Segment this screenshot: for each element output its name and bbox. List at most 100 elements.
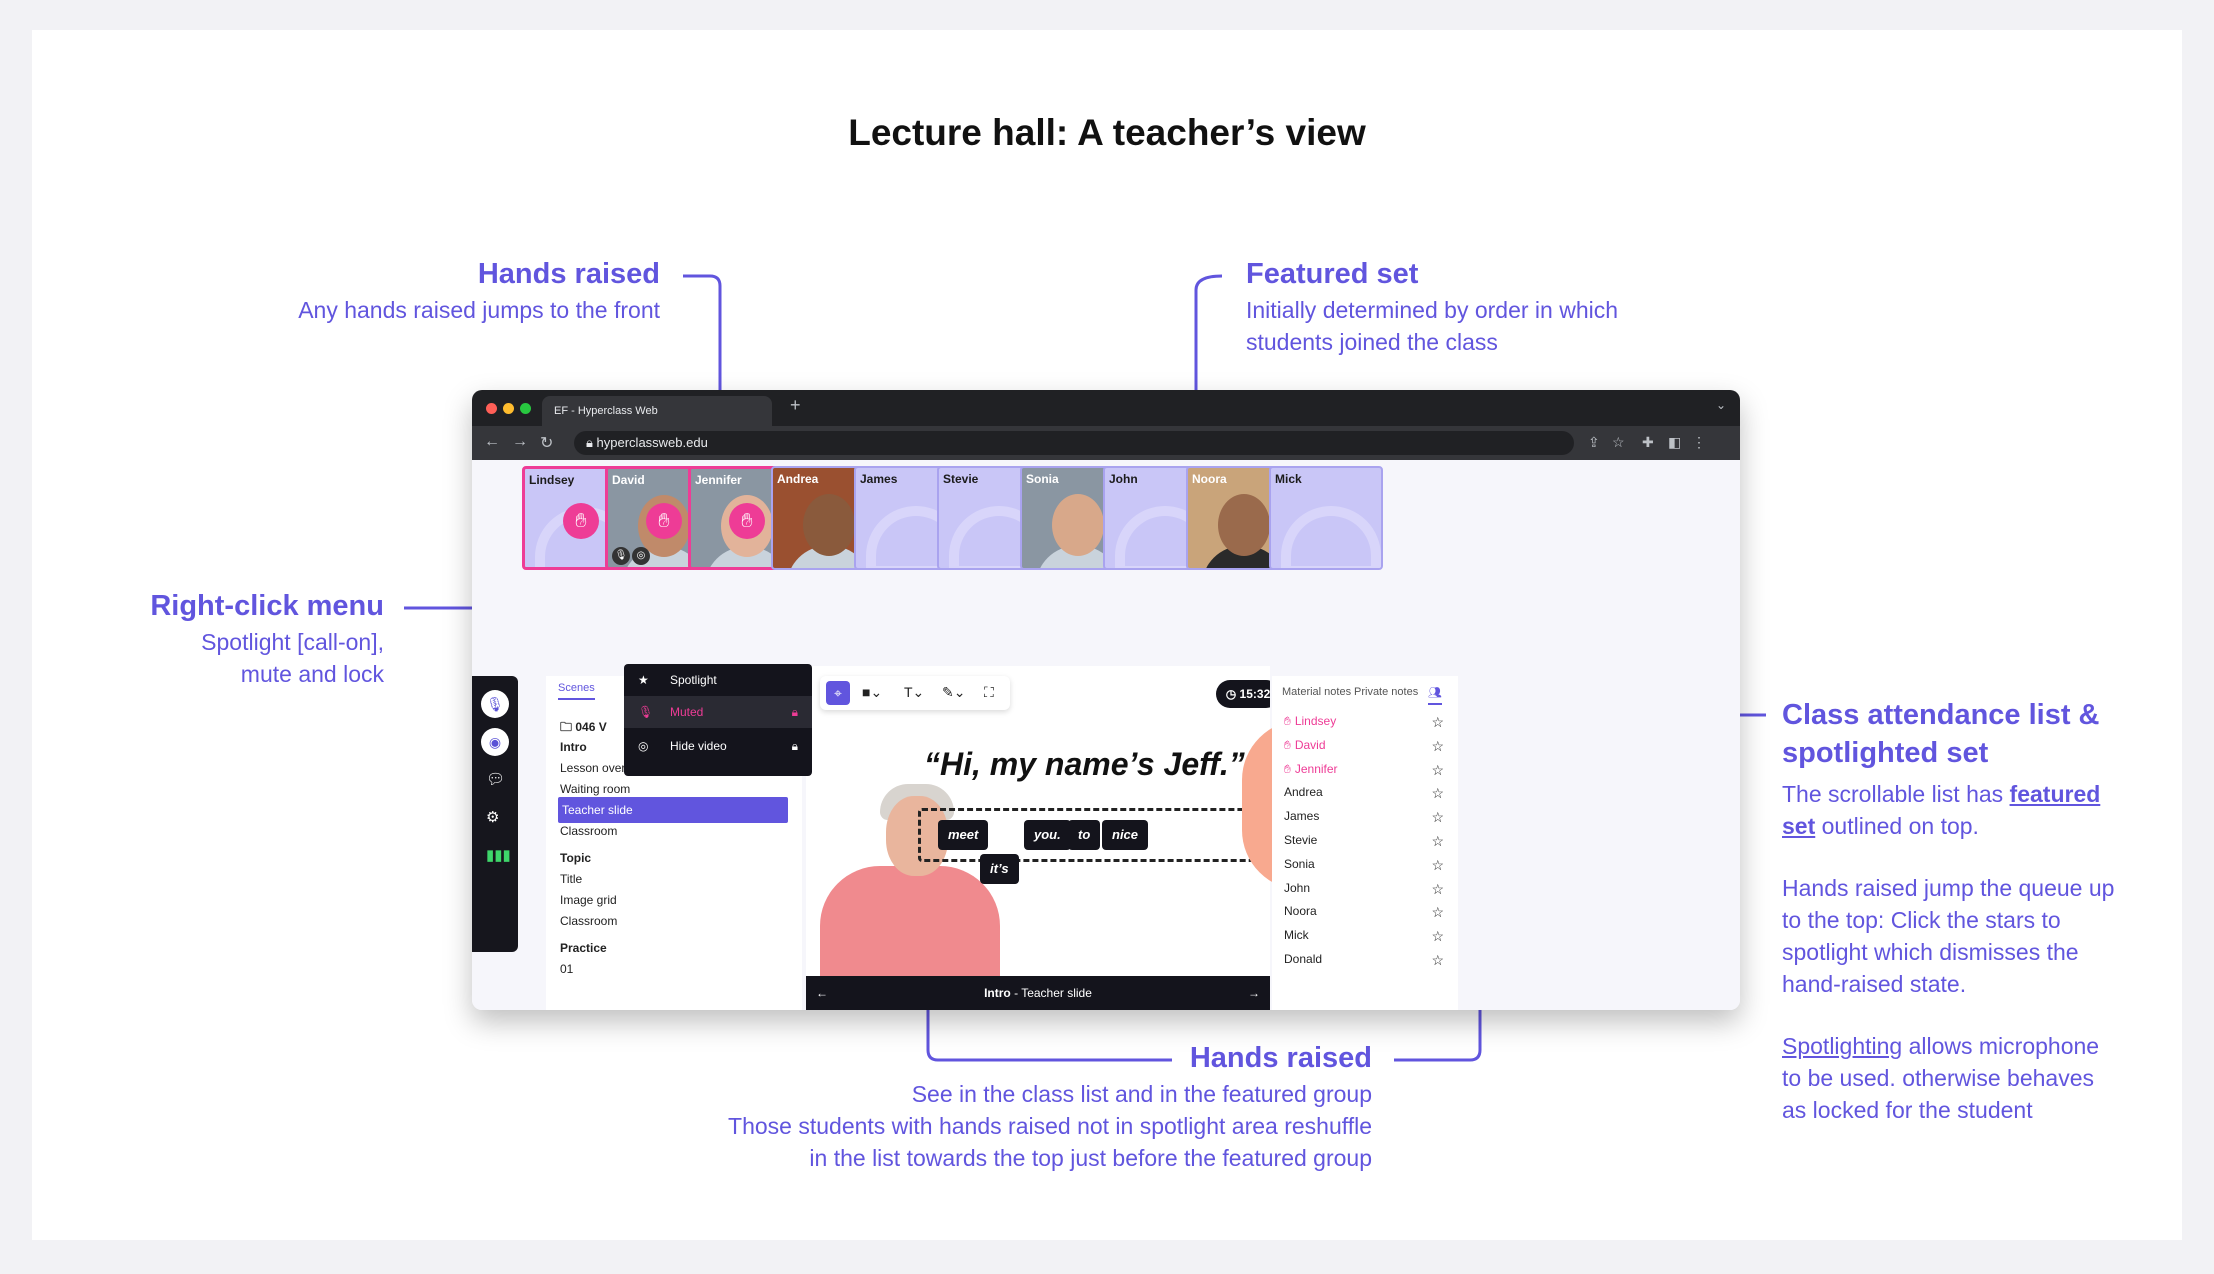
spotlight-star-icon[interactable]: ☆ xyxy=(1431,738,1444,755)
pen-tool-icon[interactable]: ✎⌄ xyxy=(942,684,965,701)
scene-item[interactable]: Waiting room xyxy=(560,782,630,796)
word-chip[interactable]: nice xyxy=(1102,820,1149,850)
fullscreen-icon[interactable]: ⛶ xyxy=(984,684,994,701)
participant-face xyxy=(1218,494,1270,556)
bookmark-star-icon[interactable]: ☆ xyxy=(1612,434,1625,451)
spotlight-star-icon[interactable]: ☆ xyxy=(1431,809,1444,826)
word-chip[interactable]: meet xyxy=(938,820,989,850)
attendance-row[interactable]: John ☆ xyxy=(1284,881,1450,903)
scenes-folder[interactable]: 🗀 046 V xyxy=(560,718,607,739)
extensions-icon[interactable]: ✚ xyxy=(1642,434,1654,451)
tab-private-notes[interactable]: Private notes xyxy=(1354,686,1418,698)
spotlighting-link[interactable]: Spotlighting xyxy=(1782,1033,1902,1059)
new-tab-icon[interactable]: + xyxy=(790,395,801,416)
slide-quote: “Hi, my name’s Jeff.” xyxy=(924,746,1245,782)
hands-raised-top-text: Any hands raised jumps to the front xyxy=(298,297,660,323)
participant-name: Sonia xyxy=(1026,472,1059,486)
scene-item[interactable]: Teacher slide xyxy=(558,797,788,823)
folder-icon: 🗀 xyxy=(560,720,576,734)
student-name: Jennifer xyxy=(1294,761,1338,776)
signal-icon[interactable]: ▮▮▮ xyxy=(486,846,511,864)
menu-item-hide-video[interactable]: ◎ Hide video 🔒︎ xyxy=(624,730,812,762)
hand-raised-icon[interactable]: ✋︎ xyxy=(729,503,765,539)
sidebar-icon[interactable]: ◧ xyxy=(1668,434,1681,451)
arrow-left-icon[interactable]: ← xyxy=(816,976,828,1010)
app-content: Lindsey ✋︎ David ✋︎ 🎙︎ ◎ Jennifer ✋︎ Andrea James… xyxy=(472,460,1740,1010)
microphone-icon[interactable]: 🎙︎ xyxy=(481,690,509,718)
spotlight-star-icon[interactable]: ☆ xyxy=(1431,785,1444,802)
chevron-down-icon[interactable]: ⌄ xyxy=(1716,398,1726,412)
spotlight-star-icon[interactable]: ☆ xyxy=(1431,881,1444,898)
spotlight-star-icon[interactable]: ☆ xyxy=(1431,762,1444,779)
scene-item[interactable]: Image grid xyxy=(560,893,617,907)
scene-section-heading: Topic xyxy=(560,851,592,865)
attendance-row[interactable]: ✋︎ David ☆ xyxy=(1284,738,1450,760)
participant-name: David xyxy=(612,473,645,487)
hand-raised-icon: ✋︎ xyxy=(1284,761,1291,776)
spotlight-star-icon[interactable]: ☆ xyxy=(1431,714,1444,731)
tab-attendance[interactable]: 👥︎ xyxy=(1428,686,1442,705)
word-chip[interactable]: it’s xyxy=(980,854,1019,884)
menu-item-spotlight[interactable]: ★ Spotlight xyxy=(624,664,812,696)
participant-tile[interactable]: Mick xyxy=(1269,466,1383,570)
scene-item[interactable]: Classroom xyxy=(560,824,617,838)
share-icon[interactable]: ⇪ xyxy=(1588,434,1600,451)
attendance-row[interactable]: ✋︎ Lindsey ☆ xyxy=(1284,714,1450,736)
word-chip[interactable]: to xyxy=(1068,820,1101,850)
text-tool-icon[interactable]: T⌄ xyxy=(904,684,924,701)
featured-set-heading: Featured set xyxy=(1246,258,1419,290)
select-tool-icon[interactable]: ⌖ xyxy=(826,681,850,705)
arrow-right-icon[interactable]: → xyxy=(1248,976,1260,1010)
spotlight-star-icon[interactable]: ☆ xyxy=(1431,833,1444,850)
gear-icon[interactable]: ⚙ xyxy=(486,808,499,826)
tab-material-notes[interactable]: Material notes xyxy=(1282,686,1351,698)
menu-icon[interactable]: ⋮ xyxy=(1692,434,1706,451)
scene-item[interactable]: Title xyxy=(560,872,582,886)
participant-name: Stevie xyxy=(943,472,979,486)
participant-name: Andrea xyxy=(777,472,819,486)
camera-off-icon: ◎ xyxy=(632,547,650,565)
spotlight-star-icon[interactable]: ☆ xyxy=(1431,928,1444,945)
reload-icon[interactable]: ↻ xyxy=(540,433,553,453)
chat-icon[interactable]: 💬︎ xyxy=(486,770,505,788)
maximize-window-button[interactable] xyxy=(520,403,531,414)
hand-raised-icon[interactable]: ✋︎ xyxy=(646,503,682,539)
attendance-row[interactable]: Noora ☆ xyxy=(1284,904,1450,926)
student-name: Lindsey xyxy=(1294,714,1337,728)
word-chip[interactable]: you. xyxy=(1024,820,1071,850)
browser-tab[interactable]: EF - Hyperclass Web xyxy=(542,396,772,426)
spotlight-icon[interactable]: ◉ xyxy=(481,728,509,756)
url-input[interactable]: 🔒︎ hyperclassweb.edu xyxy=(574,431,1574,455)
participant-name: James xyxy=(860,472,898,486)
attendance-row[interactable]: James ☆ xyxy=(1284,809,1450,831)
class-attendance-text: The scrollable list has featured set out… xyxy=(1782,781,2115,1123)
spotlight-star-icon[interactable]: ☆ xyxy=(1431,904,1444,921)
participant-name: John xyxy=(1109,472,1138,486)
minimize-window-button[interactable] xyxy=(503,403,514,414)
hand-raised-icon[interactable]: ✋︎ xyxy=(563,503,599,539)
attendance-panel: Material notes Private notes 👥︎ ✋︎ Lindse… xyxy=(1272,676,1458,1010)
tab-scenes[interactable]: Scenes xyxy=(558,682,595,700)
attendance-row[interactable]: Stevie ☆ xyxy=(1284,833,1450,855)
attendance-row[interactable]: Donald ☆ xyxy=(1284,952,1450,974)
spotlight-star-icon[interactable]: ☆ xyxy=(1431,857,1444,874)
spotlight-star-icon[interactable]: ☆ xyxy=(1431,952,1444,969)
attendance-row[interactable]: Andrea ☆ xyxy=(1284,785,1450,807)
attendance-row[interactable]: ✋︎ Jennifer ☆ xyxy=(1284,762,1450,784)
attendance-row[interactable]: Mick ☆ xyxy=(1284,928,1450,950)
featured-link[interactable]: featured xyxy=(2010,781,2101,807)
featured-set-text: Initially determined by order in which s… xyxy=(1246,297,1619,355)
mic-off-icon: 🎙︎ xyxy=(612,547,630,565)
set-link[interactable]: set xyxy=(1782,813,1815,839)
menu-item-muted[interactable]: 🎙︎ Muted 🔒︎ xyxy=(624,696,812,728)
attendance-row[interactable]: Sonia ☆ xyxy=(1284,857,1450,879)
forward-icon[interactable]: → xyxy=(512,433,528,451)
scene-item[interactable]: 01 xyxy=(560,962,573,976)
close-window-button[interactable] xyxy=(486,403,497,414)
clock-icon: ◷ xyxy=(1225,687,1240,701)
color-picker-icon[interactable]: ■⌄ xyxy=(862,684,882,701)
scene-item[interactable]: Classroom xyxy=(560,914,617,928)
slide-footer: ← Intro - Teacher slide → xyxy=(806,976,1270,1010)
class-attendance-heading: Class attendance list & spotlighted set xyxy=(1782,699,2100,769)
back-icon[interactable]: ← xyxy=(484,433,500,451)
